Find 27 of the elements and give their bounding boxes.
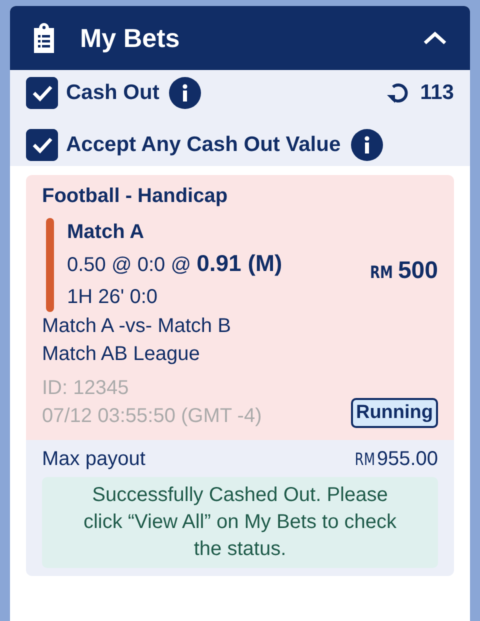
bet-id: ID: 12345 xyxy=(42,376,130,401)
league-name: Match AB League xyxy=(42,342,201,367)
match-time: 1H 26' 0:0 xyxy=(67,285,159,310)
payout-label: Max payout xyxy=(42,448,146,471)
panel-title: My Bets xyxy=(80,22,181,54)
info-icon[interactable] xyxy=(350,129,383,161)
status-badge: Running xyxy=(350,398,438,428)
success-message: Successfully Cashed Out. Please click “View All” on My Bets to check the status. xyxy=(42,477,438,568)
currency-label: RM xyxy=(354,450,376,470)
option-label: Cash Out xyxy=(66,81,160,105)
info-icon[interactable] xyxy=(169,77,202,109)
refresh-count: 113 xyxy=(420,81,454,105)
chevron-icon xyxy=(422,30,448,46)
refresh-icon[interactable] xyxy=(386,81,410,105)
bet-date: 07/12 03:55:50 (GMT -4) xyxy=(42,404,262,429)
collapse-button[interactable] xyxy=(422,30,448,46)
currency-label: RM xyxy=(370,263,393,283)
checkbox[interactable] xyxy=(26,129,58,161)
selection-name: Match A xyxy=(67,220,146,245)
payout-amount: 955.00 xyxy=(376,448,438,471)
match-name: Match A -vs- Match B xyxy=(42,314,232,339)
stake-amount: 500 xyxy=(398,257,438,285)
clipboard-icon xyxy=(32,23,56,53)
odds-text: 0.50 @ 0:0 @ 0.91 (M) xyxy=(67,249,284,278)
option-label: Accept Any Cash Out Value xyxy=(66,133,341,157)
checkbox[interactable] xyxy=(26,77,58,109)
bet-type: Football - Handicap xyxy=(42,185,229,208)
